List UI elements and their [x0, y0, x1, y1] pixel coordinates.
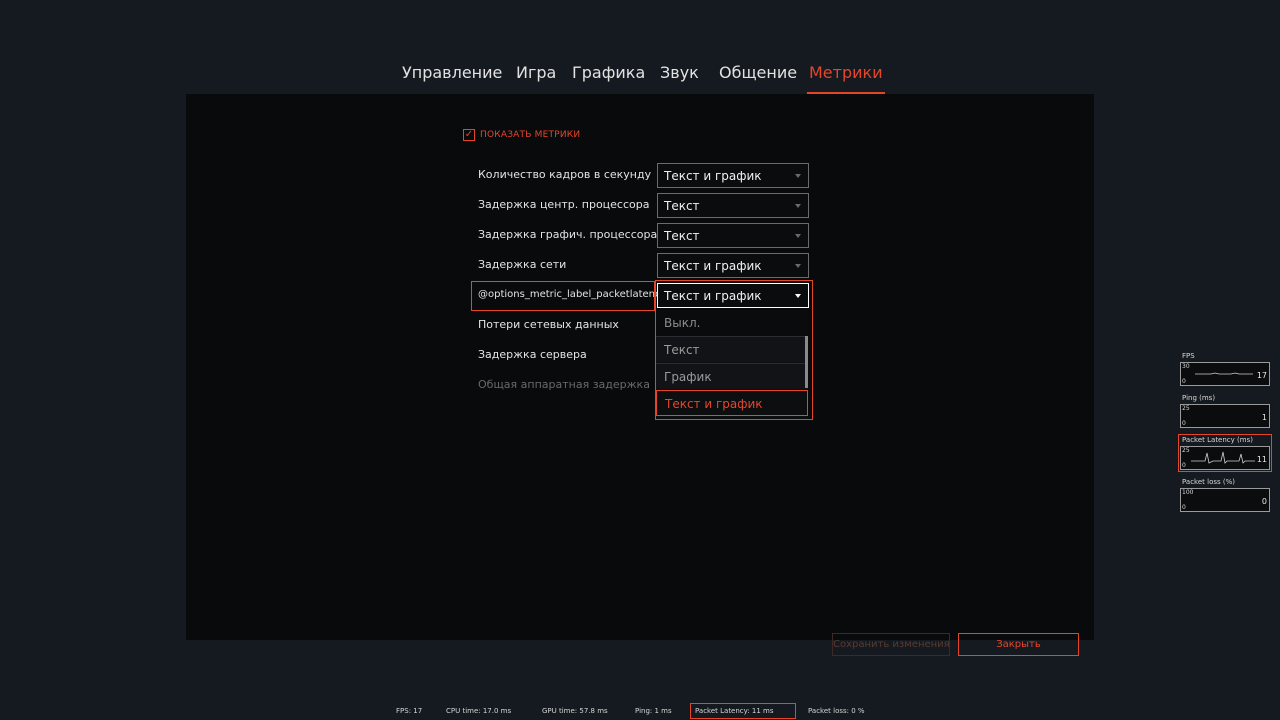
- status-gpu-time: GPU time: 57.8 ms: [542, 707, 608, 715]
- tab-game[interactable]: Игра: [516, 60, 556, 92]
- network-latency-select[interactable]: Текст и график: [657, 253, 809, 278]
- metric-label-fps: Количество кадров в секунду: [478, 168, 652, 181]
- metric-label-hardware-latency: Общая аппаратная задержка: [478, 378, 650, 391]
- cpu-latency-select-value: Текст: [664, 199, 700, 213]
- gpu-latency-select[interactable]: Текст: [657, 223, 809, 248]
- chevron-down-icon: [795, 264, 801, 268]
- chevron-down-icon: [795, 204, 801, 208]
- metric-label-server-latency: Задержка сервера: [478, 348, 587, 361]
- fps-graph-line: [1195, 372, 1253, 375]
- fps-select[interactable]: Текст и график: [657, 163, 809, 188]
- metric-label-network-latency: Задержка сети: [478, 258, 567, 271]
- tab-bar: Управление Игра Графика Звук Общение Мет…: [0, 60, 1280, 94]
- network-latency-select-value: Текст и график: [664, 259, 762, 273]
- packet-loss-graph: 100 0 0: [1180, 488, 1270, 512]
- packet-latency-widget-highlight: [1178, 434, 1272, 472]
- chevron-down-icon: [795, 174, 801, 178]
- packet-loss-graph-value: 0: [1261, 497, 1267, 506]
- cpu-latency-select[interactable]: Текст: [657, 193, 809, 218]
- packet-latency-label-highlight: [471, 281, 655, 311]
- fps-graph: 30 0 17: [1180, 362, 1270, 386]
- tab-metrics[interactable]: Метрики: [807, 60, 885, 94]
- save-changes-button[interactable]: Сохранить изменения: [832, 633, 950, 656]
- show-metrics-label: ПОКАЗАТЬ МЕТРИКИ: [480, 130, 581, 140]
- packet-loss-graph-min: 0: [1182, 504, 1186, 511]
- ping-graph-value: 1: [1261, 413, 1267, 422]
- status-packet-latency-highlight: [690, 703, 796, 719]
- tab-controls[interactable]: Управление: [402, 60, 502, 92]
- fps-widget-title: FPS: [1182, 352, 1195, 360]
- metric-label-gpu-latency: Задержка графич. процессора: [478, 228, 658, 241]
- tab-communication[interactable]: Общение: [719, 60, 797, 92]
- ping-graph-min: 0: [1182, 420, 1186, 427]
- chevron-down-icon: [795, 234, 801, 238]
- gpu-latency-select-value: Текст: [664, 229, 700, 243]
- packet-loss-widget-title: Packet loss (%): [1182, 478, 1235, 486]
- ping-widget-title: Ping (ms): [1182, 394, 1216, 402]
- ping-graph: 25 0 1: [1180, 404, 1270, 428]
- metric-label-packet-loss: Потери сетевых данных: [478, 318, 619, 331]
- status-packet-loss: Packet loss: 0 %: [808, 707, 865, 715]
- ping-graph-max: 25: [1182, 405, 1190, 412]
- metric-label-cpu-latency: Задержка центр. процессора: [478, 198, 650, 211]
- fps-select-value: Текст и график: [664, 169, 762, 183]
- show-metrics-checkbox[interactable]: ✓: [463, 129, 475, 141]
- status-cpu-time: CPU time: 17.0 ms: [446, 707, 512, 715]
- close-button[interactable]: Закрыть: [958, 633, 1079, 656]
- tab-sound[interactable]: Звук: [660, 60, 699, 92]
- dropdown-highlight: [655, 280, 813, 420]
- packet-loss-graph-max: 100: [1182, 489, 1194, 496]
- status-fps: FPS: 17: [396, 707, 423, 715]
- tab-graphics[interactable]: Графика: [572, 60, 645, 92]
- status-ping: Ping: 1 ms: [635, 707, 672, 715]
